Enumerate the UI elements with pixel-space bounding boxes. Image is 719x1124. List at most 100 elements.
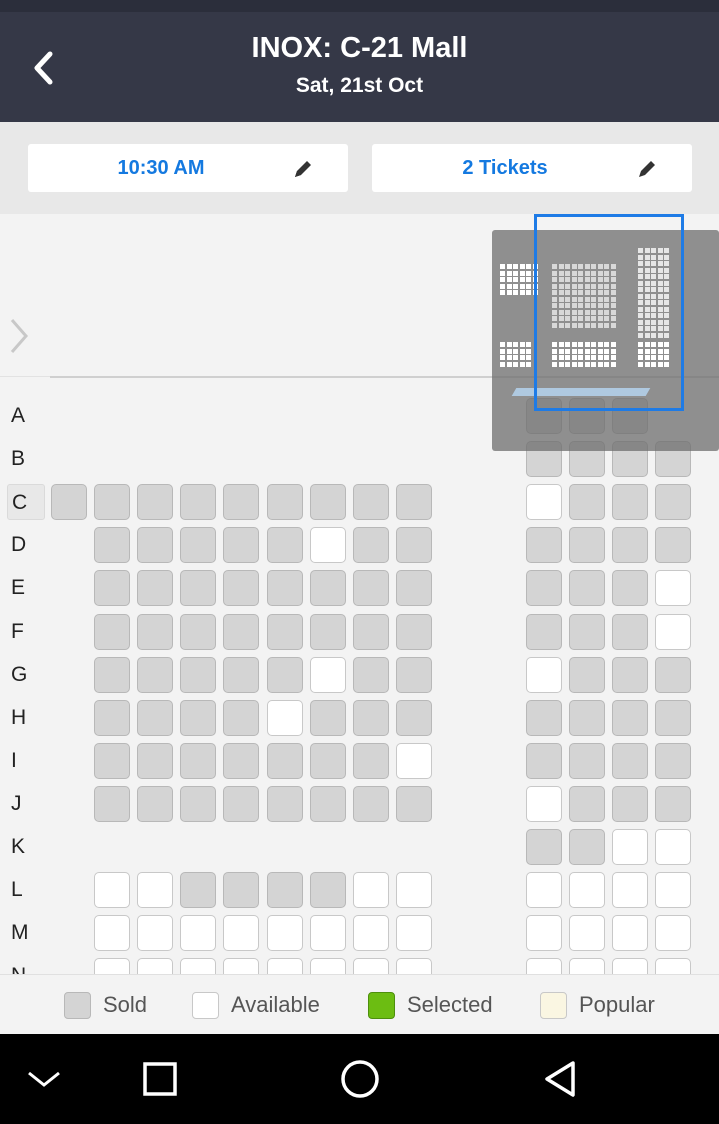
minimap-cell: [519, 270, 525, 276]
seat-available[interactable]: [353, 915, 389, 951]
seat-sold: [353, 743, 389, 779]
legend-swatch: [64, 991, 91, 1019]
seat-available[interactable]: [612, 958, 648, 974]
seat-available[interactable]: [94, 872, 130, 908]
seat-available[interactable]: [612, 872, 648, 908]
seat-sold: [569, 484, 605, 520]
seat-sold: [310, 872, 346, 908]
seat-available[interactable]: [267, 700, 303, 736]
seat-available[interactable]: [137, 958, 173, 974]
minimap-cell: [500, 348, 505, 354]
seat-sold: [526, 570, 562, 606]
row-label: E: [11, 576, 26, 599]
triangle-back-icon[interactable]: [542, 1061, 578, 1097]
seat-available[interactable]: [396, 915, 432, 951]
seat-sold: [396, 657, 432, 693]
seat-available[interactable]: [526, 872, 562, 908]
seat-minimap[interactable]: [492, 214, 719, 451]
legend-label: Selected: [407, 992, 493, 1017]
seat-available[interactable]: [310, 915, 346, 951]
seat-sold: [612, 657, 648, 693]
seat-sold: [94, 743, 130, 779]
row-label: I: [11, 749, 17, 772]
seat-sold: [569, 570, 605, 606]
square-icon[interactable]: [142, 1061, 178, 1097]
seat-sold: [569, 614, 605, 650]
minimap-cell: [500, 283, 505, 289]
seat-available[interactable]: [655, 614, 691, 650]
seat-available[interactable]: [396, 958, 432, 974]
seat-sold: [137, 614, 173, 650]
seat-sold: [180, 570, 216, 606]
seat-available[interactable]: [180, 958, 216, 974]
seat-available[interactable]: [310, 958, 346, 974]
seat-sold: [353, 614, 389, 650]
seat-sold: [94, 700, 130, 736]
seat-sold: [267, 786, 303, 822]
legend-swatch: [540, 991, 567, 1019]
seat-available[interactable]: [353, 958, 389, 974]
legend-swatch: [368, 991, 395, 1019]
seat-sold: [310, 570, 346, 606]
seat-available[interactable]: [137, 872, 173, 908]
seat-available[interactable]: [526, 786, 562, 822]
chevron-down-icon[interactable]: [26, 1061, 62, 1097]
seat-available[interactable]: [526, 958, 562, 974]
seat-sold: [223, 872, 259, 908]
showtime-selector[interactable]: 10:30 AM: [28, 144, 348, 192]
seat-available[interactable]: [655, 570, 691, 606]
seat-available[interactable]: [223, 958, 259, 974]
seat-available[interactable]: [396, 743, 432, 779]
seat-sold: [137, 786, 173, 822]
seat-available[interactable]: [353, 872, 389, 908]
seat-available[interactable]: [569, 915, 605, 951]
seat-available[interactable]: [655, 829, 691, 865]
seat-available[interactable]: [526, 657, 562, 693]
seat-available[interactable]: [267, 915, 303, 951]
seat-sold: [267, 872, 303, 908]
seat-available[interactable]: [526, 915, 562, 951]
seat-available[interactable]: [569, 958, 605, 974]
seat-available[interactable]: [655, 958, 691, 974]
minimap-viewport[interactable]: [534, 214, 684, 411]
seat-available[interactable]: [655, 915, 691, 951]
selection-bar: 10:30 AM 2 Tickets: [0, 122, 719, 214]
seat-available[interactable]: [137, 915, 173, 951]
minimap-cell: [500, 290, 505, 295]
seat-available[interactable]: [396, 872, 432, 908]
seat-available[interactable]: [310, 527, 346, 563]
row-label: K: [11, 835, 26, 858]
seat-sold: [569, 657, 605, 693]
legend-label: Popular: [579, 992, 655, 1017]
circle-icon[interactable]: [340, 1059, 380, 1099]
seat-available[interactable]: [267, 958, 303, 974]
row-label: H: [11, 706, 27, 729]
tickets-selector[interactable]: 2 Tickets: [372, 144, 692, 192]
seat-map[interactable]: ABCDEFGHIJKLMN: [0, 214, 719, 974]
seat-available[interactable]: [180, 915, 216, 951]
seat-available[interactable]: [569, 872, 605, 908]
row-label: F: [11, 620, 24, 643]
scroll-left-button[interactable]: [4, 314, 32, 358]
seat-available[interactable]: [310, 657, 346, 693]
seat-available[interactable]: [223, 915, 259, 951]
seat-sold: [526, 743, 562, 779]
seat-sold: [94, 570, 130, 606]
legend-popular: Popular: [540, 991, 655, 1019]
legend-label: Available: [231, 992, 320, 1017]
seat-available[interactable]: [526, 484, 562, 520]
seat-available[interactable]: [94, 915, 130, 951]
seat-available[interactable]: [94, 958, 130, 974]
system-nav-bar: [0, 1034, 719, 1124]
minimap-cell: [506, 290, 512, 295]
minimap-cell: [519, 290, 525, 295]
seat-available[interactable]: [612, 915, 648, 951]
minimap-cell: [500, 264, 505, 269]
seat-sold: [267, 484, 303, 520]
minimap-cell: [513, 348, 518, 354]
minimap-cell: [526, 348, 531, 354]
seat-available[interactable]: [612, 829, 648, 865]
seat-available[interactable]: [655, 872, 691, 908]
minimap-cell: [513, 277, 518, 282]
seat-sold: [223, 743, 259, 779]
